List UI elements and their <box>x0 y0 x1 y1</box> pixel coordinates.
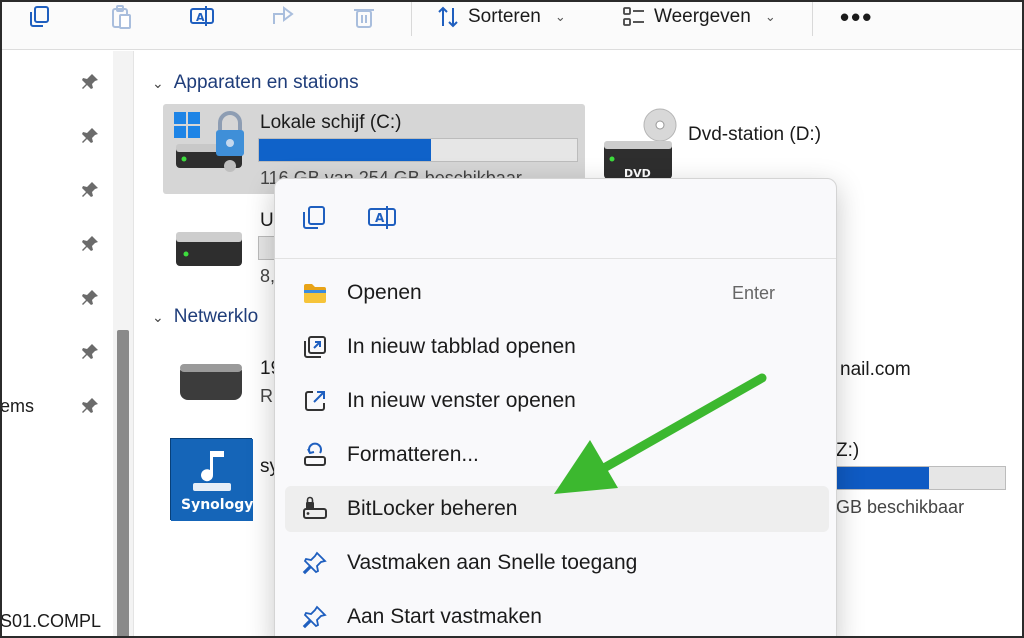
dvd-drive-icon: DVD <box>602 105 682 183</box>
context-menu: A Openen Enter In nieuw tabblad openen I… <box>274 178 837 638</box>
svg-text:A: A <box>375 211 385 225</box>
menu-item-label: In nieuw venster openen <box>347 389 576 412</box>
group-header-label: Apparaten en stations <box>173 72 359 93</box>
drive-c-usage-fill <box>259 139 431 161</box>
drive-c-usage-bar <box>258 138 578 162</box>
toolbar-separator <box>411 0 412 36</box>
menu-item-label: Openen <box>347 281 422 304</box>
format-icon <box>301 441 329 469</box>
chevron-down-icon: ⌄ <box>554 9 566 24</box>
sort-button[interactable]: Sorteren ⌄ <box>436 0 566 34</box>
svg-text:A: A <box>196 11 205 24</box>
pin-icon[interactable] <box>80 180 100 200</box>
copy-icon[interactable] <box>24 2 54 32</box>
drive-z-name[interactable]: Z:) <box>836 440 859 462</box>
pin-icon[interactable] <box>80 396 100 416</box>
nav-scrollbar-thumb[interactable] <box>117 330 129 638</box>
menu-item-label: BitLocker beheren <box>347 497 518 520</box>
menu-item-open-new-tab[interactable]: In nieuw tabblad openen <box>285 324 829 370</box>
view-icon <box>623 7 644 26</box>
network-1-account: nail.com <box>840 359 911 380</box>
drive-u-free-space: 8, <box>260 266 276 286</box>
view-button[interactable]: Weergeven ⌄ <box>622 0 776 34</box>
folder-icon <box>301 279 329 307</box>
menu-item-open-new-window[interactable]: In nieuw venster openen <box>285 378 829 424</box>
pin-icon[interactable] <box>80 288 100 308</box>
sort-icon <box>438 6 458 28</box>
pin-icon[interactable] <box>80 234 100 254</box>
chevron-down-icon: ⌄ <box>152 74 164 91</box>
network-1-sub: R <box>260 386 273 406</box>
network-device-icon <box>178 360 244 402</box>
paste-icon[interactable] <box>106 2 136 32</box>
menu-item-shortcut: Enter <box>731 282 775 303</box>
chevron-down-icon: ⌄ <box>152 308 164 325</box>
pin-icon[interactable] <box>80 72 100 92</box>
menu-item-label: Formatteren... <box>347 443 479 466</box>
rename-icon[interactable]: A <box>187 2 217 32</box>
chevron-down-icon: ⌄ <box>764 9 776 24</box>
drive-d-name[interactable]: Dvd-station (D:) <box>688 124 821 146</box>
menu-item-format[interactable]: Formatteren... <box>285 432 829 478</box>
menu-item-label: Aan Start vastmaken <box>347 605 542 628</box>
more-options-button[interactable]: ••• <box>840 2 873 33</box>
menu-item-label: In nieuw tabblad openen <box>347 335 576 358</box>
bitlocker-icon <box>301 495 329 523</box>
synology-icon: Synology <box>170 438 253 521</box>
svg-text:Synology: Synology <box>181 497 253 513</box>
local-disk-icon <box>172 108 252 178</box>
group-header-devices[interactable]: ⌄ Apparaten en stations <box>152 72 359 94</box>
command-bar: A Sorteren ⌄ Weergeven ⌄ ••• <box>0 0 1024 50</box>
sort-label: Sorteren <box>468 6 541 27</box>
menu-item-pin-quick-access[interactable]: Vastmaken aan Snelle toegang <box>285 540 829 586</box>
view-label: Weergeven <box>654 6 751 27</box>
nav-item-partial-bottom[interactable]: S01.COMPL <box>0 611 101 632</box>
drive-u-name[interactable]: U <box>260 210 274 232</box>
pin-icon[interactable] <box>80 126 100 146</box>
toolbar-separator <box>812 0 813 36</box>
pin-icon[interactable] <box>80 342 100 362</box>
menu-item-pin-start[interactable]: Aan Start vastmaken <box>285 594 829 638</box>
new-window-icon <box>301 387 329 415</box>
pin-icon <box>301 549 329 577</box>
nav-item-partial[interactable]: ems <box>0 396 34 417</box>
drive-icon <box>174 228 244 268</box>
pin-start-icon <box>301 603 329 631</box>
menu-item-bitlocker[interactable]: BitLocker beheren <box>285 486 829 532</box>
share-icon[interactable] <box>268 2 298 32</box>
menu-item-open[interactable]: Openen Enter <box>285 270 829 316</box>
menu-item-label: Vastmaken aan Snelle toegang <box>347 551 638 574</box>
rename-icon[interactable]: A <box>367 203 399 235</box>
group-header-label: Netwerklo <box>173 306 259 327</box>
context-menu-quick-actions: A <box>275 179 836 259</box>
drive-c-name: Lokale schijf (C:) <box>260 112 402 133</box>
copy-icon[interactable] <box>299 203 331 235</box>
drive-z-free-space: GB beschikbaar <box>836 497 965 517</box>
group-header-network[interactable]: ⌄ Netwerklo <box>152 306 258 328</box>
delete-icon[interactable] <box>349 2 379 32</box>
drive-z-usage-fill <box>837 467 930 489</box>
drive-z-usage-bar <box>836 466 1006 490</box>
new-tab-icon <box>301 333 329 361</box>
